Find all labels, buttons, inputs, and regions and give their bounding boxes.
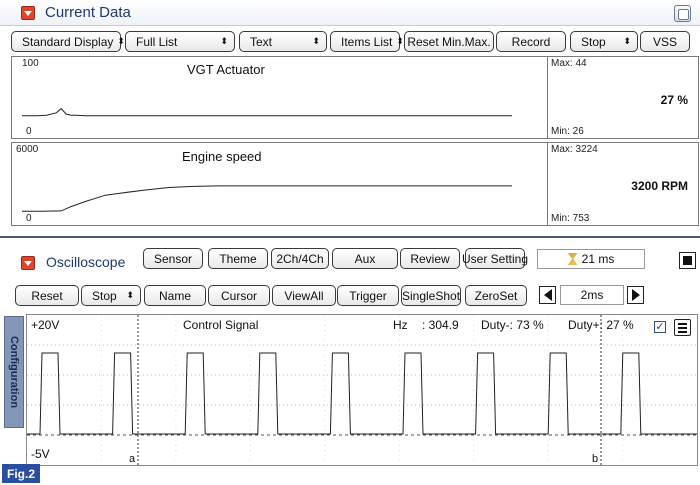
graph-trace: [22, 185, 512, 212]
view-all-button[interactable]: ViewAll: [272, 285, 336, 306]
channel-mode-button-label: 2Ch/4Ch: [276, 251, 324, 266]
trigger-button-label: Trigger: [349, 288, 387, 303]
vss-button-label: VSS: [652, 34, 677, 49]
timebase-value: 2ms: [560, 285, 624, 305]
graph-scale-max: 6000: [16, 144, 39, 155]
theme-button-label: Theme: [219, 251, 257, 266]
cursor-button[interactable]: Cursor: [208, 285, 270, 306]
name-button-label: Name: [158, 288, 191, 303]
trace-line: [22, 185, 512, 212]
graph-current-value: 27 %: [660, 93, 688, 107]
view-select[interactable]: Text ⬍: [239, 31, 327, 52]
scope-top-voltage: +20V: [31, 318, 60, 332]
timebase-decrease-icon[interactable]: [539, 286, 556, 304]
hourglass-icon: [567, 253, 578, 265]
view-select-label: Text: [250, 34, 273, 49]
reset-button-label: Reset: [31, 288, 63, 303]
stop-select-label: Stop: [92, 288, 117, 303]
record-button[interactable]: Record: [496, 31, 566, 52]
refresh-timer-value: 21 ms: [581, 252, 615, 266]
collapse-current-data-icon[interactable]: [21, 6, 35, 20]
graph-engine-speed: 6000 0 Engine speed Max: 3224 Min: 753 3…: [11, 142, 699, 226]
user-setting-button[interactable]: User Setting: [461, 248, 529, 269]
graph-min-label: Min: 26: [551, 126, 584, 137]
aux-button[interactable]: Aux: [332, 248, 398, 269]
refresh-timer: 21 ms: [537, 249, 645, 269]
graph-vgt-actuator: 100 0 VGT Actuator Max: 44 Min: 26 27 %: [11, 56, 699, 139]
user-setting-button-label: User Setting: [461, 251, 529, 266]
scope-bottom-voltage: -5V: [31, 447, 50, 461]
configuration-tab[interactable]: Configuration: [4, 316, 24, 428]
aux-button-label: Aux: [354, 251, 376, 266]
review-button-label: Review: [410, 251, 450, 266]
view-all-button-label: ViewAll: [284, 288, 324, 303]
sort-arrows-icon: ⬍: [117, 36, 125, 46]
cursor-b-label: b: [592, 453, 599, 465]
duty-plus: Duty+: 27 %: [568, 318, 634, 332]
graph-trace: [22, 107, 512, 117]
oscilloscope-waveform: [27, 315, 697, 465]
signal-name: Control Signal: [183, 318, 259, 332]
items-list-select-label: Items List: [341, 34, 393, 49]
frequency-value: : 304.9: [422, 318, 459, 332]
reset-minmax-button[interactable]: Reset Min.Max.: [404, 31, 494, 52]
figure-label: Fig.2: [2, 464, 40, 483]
single-shot-button[interactable]: SingleShot: [401, 285, 461, 306]
waveform-trace: [27, 352, 697, 435]
graph-divider: [547, 57, 548, 138]
stop-select[interactable]: Stop ⬍: [81, 285, 141, 306]
graph-max-label: Max: 3224: [551, 144, 598, 155]
theme-button[interactable]: Theme: [208, 248, 268, 269]
sort-arrows-icon: ⬍: [126, 290, 134, 300]
channel-checkbox[interactable]: ✓: [654, 321, 666, 333]
trace-line: [22, 107, 512, 117]
frequency-label: Hz: [393, 318, 408, 332]
graph-divider: [547, 143, 548, 225]
sort-arrows-icon: ⬍: [220, 36, 228, 46]
zero-set-button-label: ZeroSet: [474, 288, 518, 303]
record-button-label: Record: [511, 34, 551, 49]
trigger-button[interactable]: Trigger: [337, 285, 399, 306]
configuration-tab-label: Configuration: [8, 335, 20, 409]
graph-scale-max: 100: [22, 58, 39, 69]
collapse-oscilloscope-icon[interactable]: [21, 256, 35, 270]
stop-select-label: Stop: [581, 34, 606, 49]
sort-arrows-icon: ⬍: [396, 36, 404, 46]
graph-min-label: Min: 753: [551, 213, 590, 224]
window-restore-icon[interactable]: [674, 5, 691, 22]
display-select[interactable]: Standard Display ⬍: [11, 31, 125, 52]
reset-button[interactable]: Reset: [15, 285, 79, 306]
display-select-label: Standard Display: [22, 34, 114, 49]
graph-max-label: Max: 44: [551, 58, 587, 69]
graph-current-value: 3200 RPM: [631, 179, 688, 193]
stop-select[interactable]: Stop ⬍: [570, 31, 638, 52]
vss-button[interactable]: VSS: [640, 31, 690, 52]
sensor-button[interactable]: Sensor: [143, 248, 203, 269]
sensor-button-label: Sensor: [153, 251, 193, 266]
sort-arrows-icon: ⬍: [623, 36, 631, 46]
cursor-button-label: Cursor: [220, 288, 257, 303]
stop-square-icon[interactable]: [679, 252, 696, 269]
reset-minmax-button-label: Reset Min.Max.: [407, 34, 491, 49]
list-icon[interactable]: [674, 319, 691, 336]
panel-separator: [0, 236, 700, 238]
oscilloscope-title: Oscilloscope: [46, 254, 126, 270]
list-select-label: Full List: [136, 34, 178, 49]
sort-arrows-icon: ⬍: [312, 36, 320, 46]
duty-minus: Duty-: 73 %: [481, 318, 544, 332]
timebase-increase-icon[interactable]: [627, 286, 644, 304]
oscilloscope-display: +20V -5V Control Signal Hz : 304.9 Duty-…: [26, 314, 698, 466]
channel-mode-button[interactable]: 2Ch/4Ch: [271, 248, 329, 269]
single-shot-button-label: SingleShot: [401, 288, 461, 303]
review-button[interactable]: Review: [400, 248, 460, 269]
cursor-a-label: a: [129, 453, 136, 465]
current-data-title: Current Data: [45, 4, 131, 21]
zero-set-button[interactable]: ZeroSet: [465, 285, 527, 306]
items-list-select[interactable]: Items List ⬍: [330, 31, 404, 52]
name-button[interactable]: Name: [144, 285, 206, 306]
list-select[interactable]: Full List ⬍: [125, 31, 235, 52]
